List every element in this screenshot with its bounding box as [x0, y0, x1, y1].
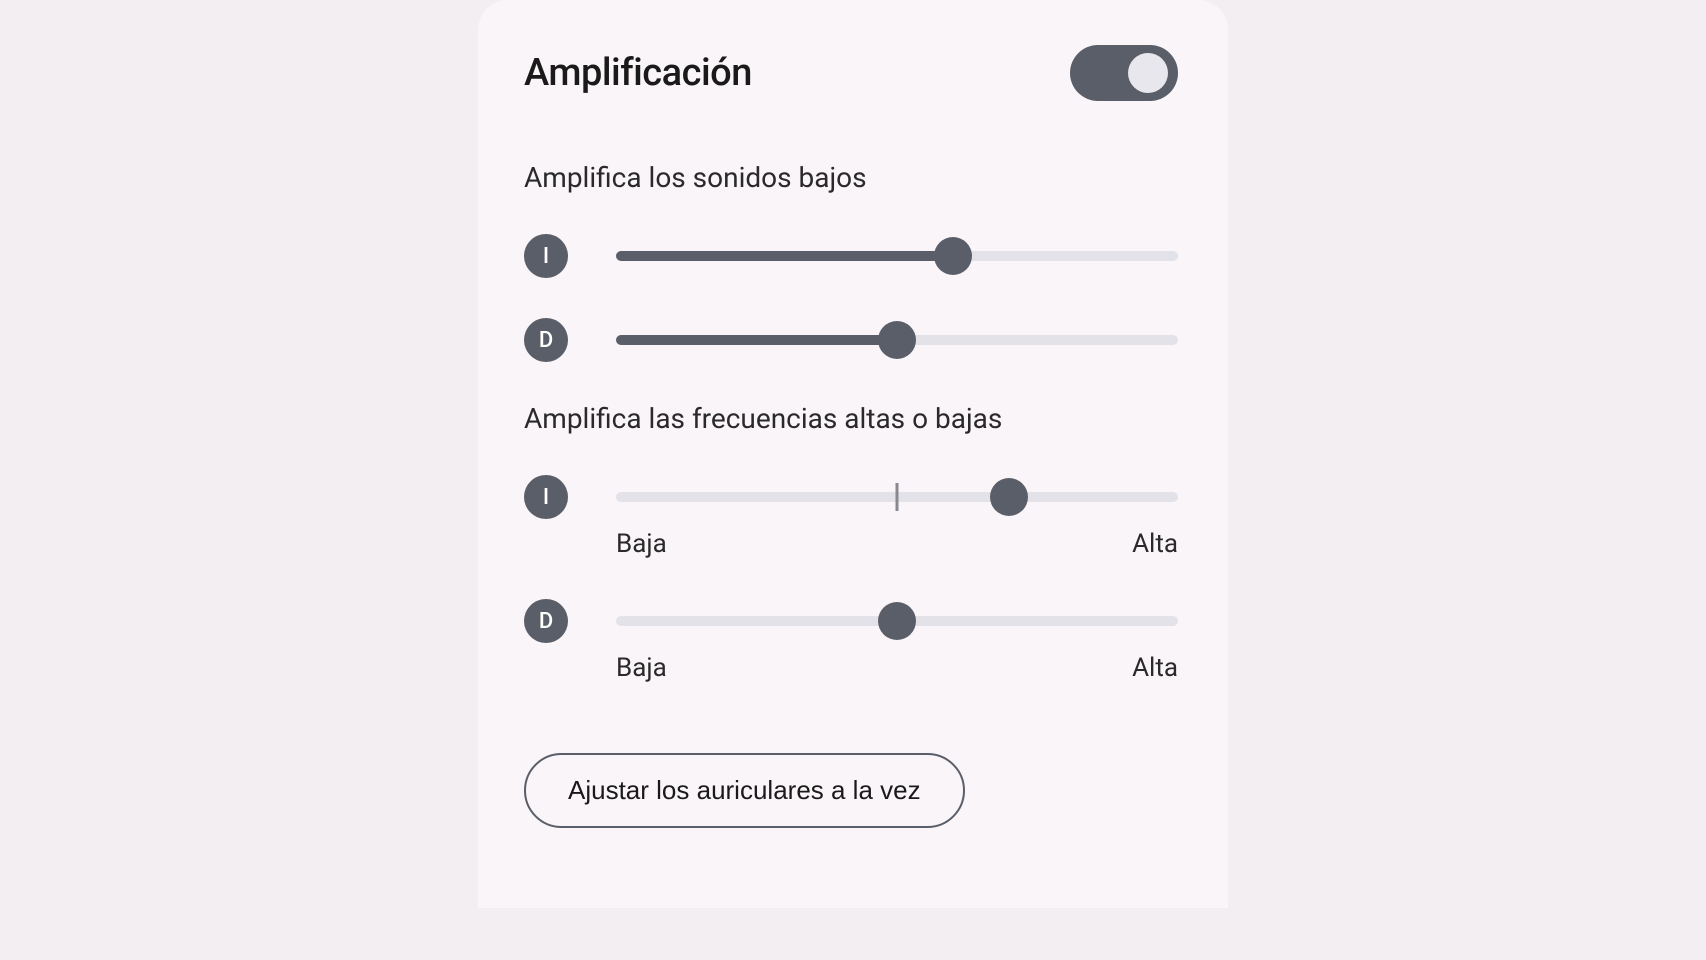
channel-right-icon: D: [524, 318, 568, 362]
header: Amplificación: [524, 45, 1178, 101]
low-sounds-label: Amplifica los sonidos bajos: [524, 161, 1178, 194]
channel-left-icon: I: [524, 234, 568, 278]
range-low-label: Baja: [616, 653, 667, 683]
page-title: Amplificación: [524, 51, 752, 95]
frequencies-right-slider[interactable]: [616, 599, 1178, 643]
channel-left-icon: I: [524, 475, 568, 519]
adjust-both-button[interactable]: Ajustar los auriculares a la vez: [524, 753, 965, 828]
frequencies-left-row: I: [524, 475, 1178, 519]
amplification-toggle[interactable]: [1070, 45, 1178, 101]
low-sounds-left-row: I: [524, 234, 1178, 278]
slider-track-fill: [616, 251, 953, 261]
slider-thumb[interactable]: [934, 237, 972, 275]
frequencies-label: Amplifica las frecuencias altas o bajas: [524, 402, 1178, 435]
low-sounds-left-slider[interactable]: [616, 234, 1178, 278]
frequencies-left-slider[interactable]: [616, 475, 1178, 519]
low-sounds-right-row: D: [524, 318, 1178, 362]
frequencies-left-range-labels: Baja Alta: [616, 529, 1178, 559]
slider-thumb[interactable]: [878, 321, 916, 359]
slider-thumb[interactable]: [990, 478, 1028, 516]
range-low-label: Baja: [616, 529, 667, 559]
amplification-card: Amplificación Amplifica los sonidos bajo…: [478, 0, 1228, 908]
channel-right-icon: D: [524, 599, 568, 643]
slider-track-fill: [616, 335, 897, 345]
slider-thumb[interactable]: [878, 602, 916, 640]
range-high-label: Alta: [1132, 653, 1178, 683]
slider-center-tick: [896, 483, 899, 511]
frequencies-right-row: D: [524, 599, 1178, 643]
low-sounds-right-slider[interactable]: [616, 318, 1178, 362]
frequencies-right-range-labels: Baja Alta: [616, 653, 1178, 683]
range-high-label: Alta: [1132, 529, 1178, 559]
